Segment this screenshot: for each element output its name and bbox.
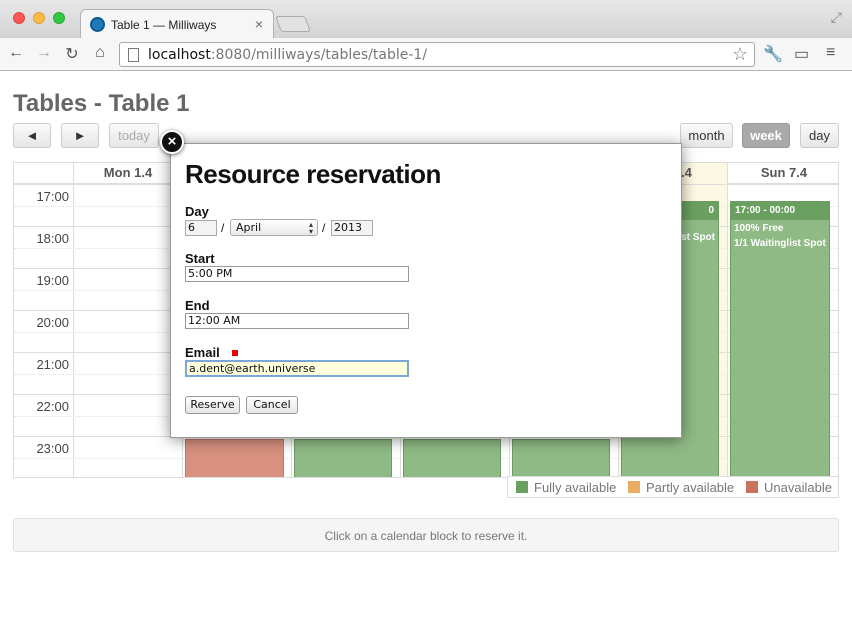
- window-maximize-icon[interactable]: [53, 12, 65, 24]
- window-close-icon[interactable]: [13, 12, 25, 24]
- dialog-close-icon[interactable]: ×: [160, 130, 184, 154]
- calendar-block-tue[interactable]: [185, 439, 284, 477]
- hour-label: 20:00: [36, 315, 69, 330]
- back-icon[interactable]: ←: [6, 44, 26, 62]
- month-view-button[interactable]: month: [680, 123, 733, 148]
- month-select-value: April: [236, 221, 262, 234]
- calendar-block-wed[interactable]: [294, 439, 392, 477]
- reload-icon[interactable]: ↻: [62, 44, 82, 64]
- legend-swatch: [746, 481, 758, 493]
- start-label: Start: [185, 251, 215, 266]
- start-time-input[interactable]: 5:00 PM: [185, 266, 409, 282]
- week-view-button[interactable]: week: [742, 123, 790, 148]
- email-label: Email: [185, 345, 220, 360]
- hour-label: 23:00: [36, 441, 69, 456]
- day-input[interactable]: 6: [185, 220, 217, 236]
- legend-item-unavailable: Unavailable: [746, 480, 832, 495]
- favicon-icon: [90, 17, 105, 32]
- browser-tab[interactable]: Table 1 — Milliways ×: [80, 9, 274, 39]
- legend-swatch: [516, 481, 528, 493]
- end-time-input[interactable]: 12:00 AM: [185, 313, 409, 329]
- legend-swatch: [628, 481, 640, 493]
- today-button[interactable]: today: [109, 123, 159, 148]
- footer-hint: Click on a calendar block to reserve it.: [13, 518, 839, 552]
- hour-label: 22:00: [36, 399, 69, 414]
- reservation-dialog: Resource reservation Day 6 / April ▴ ▾ / …: [170, 143, 682, 438]
- cast-icon[interactable]: ▭: [794, 44, 809, 64]
- window-minimize-icon[interactable]: [33, 12, 45, 24]
- availability-legend: Fully available Partly available Unavail…: [507, 476, 839, 498]
- event-line: 1/1 Waitinglist Spot: [734, 238, 826, 249]
- page-title: Tables - Table 1: [13, 90, 190, 117]
- day-view-button[interactable]: day: [800, 123, 839, 148]
- browser-titlebar: Table 1 — Milliways × ⤢: [0, 0, 852, 39]
- forward-icon[interactable]: →: [34, 44, 54, 62]
- legend-item-partly: Partly available: [628, 480, 734, 495]
- new-tab-button[interactable]: [275, 16, 311, 32]
- dialog-title: Resource reservation: [185, 159, 441, 189]
- year-input[interactable]: 2013: [331, 220, 373, 236]
- calendar-block-fri[interactable]: [512, 439, 610, 477]
- month-select[interactable]: April ▴ ▾: [230, 219, 318, 236]
- hour-label: 19:00: [36, 273, 69, 288]
- reserve-button[interactable]: Reserve: [185, 396, 240, 414]
- page-icon: [128, 48, 139, 62]
- day-header-mon: Mon 1.4: [73, 163, 182, 184]
- day-header-sun: Sun 7.4: [727, 163, 838, 184]
- hour-label: 17:00: [36, 189, 69, 204]
- url-text: localhost:8080/milliways/tables/table-1/: [148, 47, 428, 63]
- email-input[interactable]: a.dent@earth.universe: [185, 360, 409, 377]
- required-indicator-icon: [232, 350, 238, 356]
- event-line: 100% Free: [734, 223, 784, 234]
- select-arrows-icon: ▴ ▾: [308, 220, 313, 236]
- home-icon[interactable]: ⌂: [90, 44, 110, 62]
- next-week-button[interactable]: ►: [61, 123, 99, 148]
- prev-week-button[interactable]: ◄: [13, 123, 51, 148]
- calendar-block-thu[interactable]: [403, 439, 501, 477]
- hour-label: 18:00: [36, 231, 69, 246]
- end-label: End: [185, 298, 210, 313]
- bookmark-star-icon[interactable]: ☆: [732, 44, 748, 65]
- tab-title: Table 1 — Milliways: [111, 18, 217, 32]
- wrench-icon[interactable]: 🔧: [763, 44, 783, 64]
- browser-toolbar: ← → ↻ ⌂ localhost:8080/milliways/tables/…: [0, 38, 852, 71]
- tab-close-icon[interactable]: ×: [255, 16, 263, 32]
- legend-item-fully: Fully available: [516, 480, 616, 495]
- date-separator: /: [221, 221, 225, 235]
- address-bar[interactable]: localhost:8080/milliways/tables/table-1/…: [119, 42, 755, 67]
- day-label: Day: [185, 204, 209, 219]
- cancel-button[interactable]: Cancel: [246, 396, 298, 414]
- date-separator: /: [322, 221, 326, 235]
- hour-label: 21:00: [36, 357, 69, 372]
- calendar-block-sun[interactable]: 17:00 - 00:00 100% Free 1/1 Waitinglist …: [730, 201, 830, 477]
- fullscreen-icon[interactable]: ⤢: [831, 9, 842, 26]
- menu-icon[interactable]: ≡: [826, 44, 835, 62]
- event-time: 17:00 - 00:00: [731, 202, 829, 220]
